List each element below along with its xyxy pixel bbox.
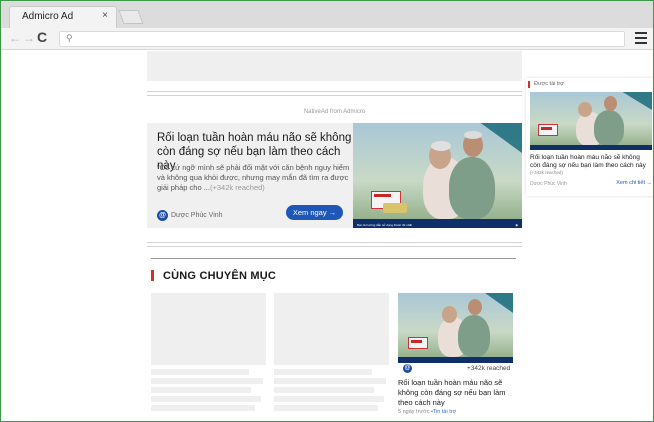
native-ad-description: "Cô cứ ngỡ mình sẽ phải đối mặt với căn … xyxy=(157,163,350,192)
tab-title: Admicro Ad xyxy=(22,11,74,22)
page-content: NativeAd from Admicro Rối loạn tuần hoàn… xyxy=(1,51,653,421)
placeholder-line xyxy=(151,387,251,393)
browser-window: Admicro Ad × ← → C ⚲ NativeAd from Admic… xyxy=(0,0,654,422)
divider xyxy=(147,91,522,92)
sidebar-accent-bar xyxy=(528,81,530,88)
arrow-right-icon[interactable]: → xyxy=(23,31,35,45)
tab-strip: Admicro Ad × xyxy=(1,1,653,28)
placeholder-thumbnail xyxy=(151,293,266,365)
browser-tab[interactable]: Admicro Ad × xyxy=(9,6,117,28)
sidebar-ad-brand: Dược Phúc Vinh xyxy=(530,181,567,187)
tab-close-icon[interactable]: × xyxy=(102,10,108,21)
new-tab-button[interactable] xyxy=(118,10,144,24)
native-ad-image[interactable]: Bạn là hướng dẫn sử dụng thuốc tốt nhất … xyxy=(353,123,522,228)
native-ad-reached: (+342k reached) xyxy=(209,183,265,192)
placeholder-line xyxy=(151,378,263,384)
placeholder-line xyxy=(274,396,384,402)
arrow-left-icon[interactable]: ← xyxy=(9,31,21,45)
ad-placeholder-top xyxy=(147,51,522,81)
placeholder-line xyxy=(274,378,386,384)
brand-logo-icon: @ xyxy=(403,364,412,373)
related-ad-meta: 5 ngày trước •Tin tài trợ xyxy=(398,409,457,415)
address-bar[interactable]: ⚲ xyxy=(59,31,625,47)
placeholder-line xyxy=(151,369,249,375)
sidebar-ad-reached: (+342k reached) xyxy=(530,170,563,175)
section-title: CÙNG CHUYÊN MỤC xyxy=(163,270,276,282)
related-ad-title[interactable]: Rối loạn tuần hoàn máu não sẽ không còn … xyxy=(398,378,513,408)
hamburger-menu-icon[interactable] xyxy=(635,32,647,44)
related-ad-reached: +342k reached xyxy=(467,365,511,372)
native-ad-brand: @ Dược Phúc Vinh xyxy=(157,207,223,222)
native-ad[interactable]: Rối loạn tuần hoàn máu não sẽ không còn … xyxy=(147,123,522,228)
placeholder-line xyxy=(274,369,372,375)
placeholder-line xyxy=(151,405,255,411)
sidebar-ad-heading: Được tài trợ xyxy=(534,81,564,87)
reload-icon[interactable]: C xyxy=(37,29,47,45)
search-icon: ⚲ xyxy=(66,33,73,43)
xem-ngay-button[interactable]: Xem ngay → xyxy=(286,205,343,220)
section-accent-bar xyxy=(151,270,154,281)
sidebar-ad-image[interactable] xyxy=(530,92,652,150)
related-ad-image[interactable] xyxy=(398,293,513,363)
placeholder-line xyxy=(274,387,374,393)
sidebar-ad-title[interactable]: Rối loạn tuần hoàn máu não sẽ không còn … xyxy=(530,154,652,170)
sponsored-tag[interactable]: •Tin tài trợ xyxy=(431,409,456,415)
divider xyxy=(147,246,522,247)
browser-toolbar: ← → C ⚲ xyxy=(1,28,653,50)
xem-chi-tiet-link[interactable]: Xem chi tiết → xyxy=(616,180,652,186)
divider xyxy=(151,258,516,259)
native-ad-label: NativeAd from Admicro xyxy=(303,109,366,115)
placeholder-thumbnail xyxy=(274,293,389,365)
placeholder-line xyxy=(274,405,378,411)
divider xyxy=(147,242,522,243)
brand-name: Dược Phúc Vinh xyxy=(171,212,223,220)
placeholder-line xyxy=(151,396,261,402)
divider xyxy=(147,95,522,96)
sidebar-ad[interactable]: Được tài trợ Rối loạn tuần hoàn máu não … xyxy=(526,78,653,196)
person-image xyxy=(449,157,495,219)
brand-logo-icon: @ xyxy=(157,210,168,222)
